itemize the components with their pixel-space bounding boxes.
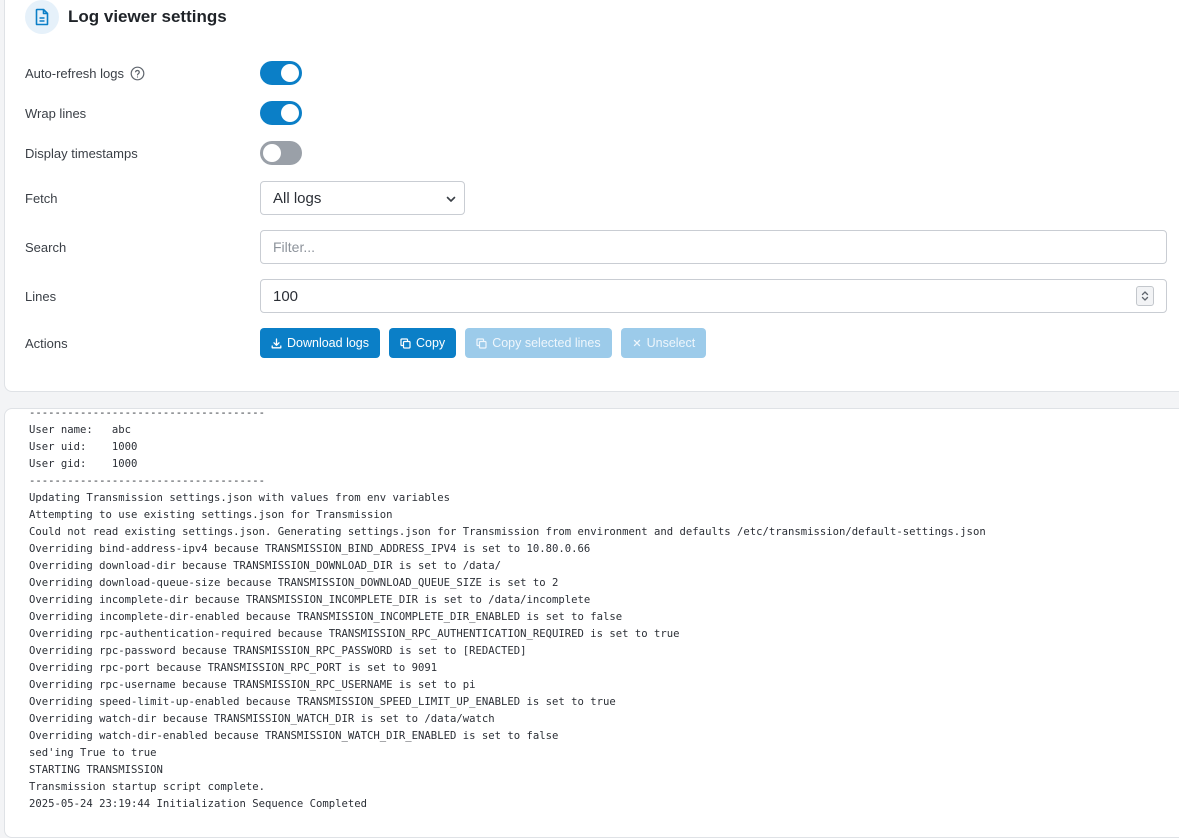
settings-header: Log viewer settings <box>25 0 227 37</box>
log-line[interactable]: User gid: 1000 <box>29 456 986 473</box>
stepper-icon[interactable] <box>1136 286 1154 306</box>
log-line[interactable]: Overriding download-dir because TRANSMIS… <box>29 558 986 575</box>
log-lines: ------------------------------------- Use… <box>29 409 986 813</box>
wrap-lines-row: Wrap lines <box>25 101 1167 125</box>
log-line[interactable]: Overriding rpc-username because TRANSMIS… <box>29 677 986 694</box>
wrap-lines-label: Wrap lines <box>25 105 87 121</box>
log-line[interactable]: Could not read existing settings.json. G… <box>29 524 986 541</box>
display-timestamps-toggle[interactable] <box>260 141 302 165</box>
log-line[interactable]: sed'ing True to true <box>29 745 986 762</box>
log-line[interactable]: ------------------------------------- <box>29 409 986 422</box>
toggle-knob <box>263 144 281 162</box>
search-label: Search <box>25 239 67 255</box>
wrap-lines-toggle[interactable] <box>260 101 302 125</box>
lines-value: 100 <box>273 287 299 305</box>
auto-refresh-toggle[interactable] <box>260 61 302 85</box>
log-line[interactable]: Overriding incomplete-dir because TRANSM… <box>29 592 986 609</box>
lines-label: Lines <box>25 288 57 304</box>
file-icon <box>25 0 59 34</box>
log-line[interactable]: User uid: 1000 <box>29 439 986 456</box>
auto-refresh-row: Auto-refresh logs <box>25 61 1167 85</box>
log-line[interactable]: Overriding watch-dir-enabled because TRA… <box>29 728 986 745</box>
copy-label: Copy <box>416 336 446 350</box>
log-output-panel[interactable]: ------------------------------------- Use… <box>4 408 1179 838</box>
log-line[interactable]: Overriding download-queue-size because T… <box>29 575 986 592</box>
auto-refresh-label: Auto-refresh logs <box>25 66 260 81</box>
page-title: Log viewer settings <box>68 7 227 26</box>
log-line[interactable]: Transmission startup script complete. <box>29 779 986 796</box>
download-logs-label: Download logs <box>287 336 369 350</box>
log-line[interactable]: Overriding rpc-port because TRANSMISSION… <box>29 660 986 677</box>
help-circle-icon[interactable] <box>130 66 145 81</box>
toggle-knob <box>281 104 299 122</box>
log-line[interactable]: Overriding rpc-password because TRANSMIS… <box>29 643 986 660</box>
unselect-button[interactable]: Unselect <box>620 328 707 358</box>
display-timestamps-label: Display timestamps <box>25 145 138 161</box>
copy-button[interactable]: Copy <box>389 328 457 358</box>
actions-row: Actions Download logs Copy Copy selected… <box>25 328 1167 358</box>
log-line[interactable]: Overriding rpc-authentication-required b… <box>29 626 986 643</box>
fetch-row: Fetch All logs <box>25 181 1167 215</box>
log-line[interactable]: Overriding speed-limit-up-enabled becaus… <box>29 694 986 711</box>
download-icon <box>271 337 282 349</box>
search-row: Search <box>25 230 1167 264</box>
copy-selected-lines-button[interactable]: Copy selected lines <box>465 328 612 358</box>
log-line[interactable]: Overriding incomplete-dir-enabled becaus… <box>29 609 986 626</box>
toggle-knob <box>281 64 299 82</box>
fetch-select-value: All logs <box>273 189 322 207</box>
action-buttons: Download logs Copy Copy selected lines U… <box>260 328 715 358</box>
log-line[interactable]: User name: abc <box>29 422 986 439</box>
lines-row: Lines 100 <box>25 279 1167 313</box>
copy-icon <box>476 337 487 349</box>
copy-icon <box>400 337 411 349</box>
log-line[interactable]: Updating Transmission settings.json with… <box>29 490 986 507</box>
search-input[interactable] <box>260 230 1167 264</box>
log-line[interactable]: ------------------------------------- <box>29 473 986 490</box>
log-line[interactable]: Attempting to use existing settings.json… <box>29 507 986 524</box>
display-timestamps-row: Display timestamps <box>25 141 1167 165</box>
fetch-select[interactable]: All logs <box>260 181 465 215</box>
copy-selected-lines-label: Copy selected lines <box>492 336 601 350</box>
close-icon <box>632 338 642 348</box>
actions-label: Actions <box>25 335 68 351</box>
fetch-label: Fetch <box>25 190 58 206</box>
download-logs-button[interactable]: Download logs <box>260 328 380 358</box>
log-line[interactable]: Overriding watch-dir because TRANSMISSIO… <box>29 711 986 728</box>
log-line[interactable]: Overriding bind-address-ipv4 because TRA… <box>29 541 986 558</box>
auto-refresh-label-text: Auto-refresh logs <box>25 65 124 81</box>
log-line[interactable]: STARTING TRANSMISSION <box>29 762 986 779</box>
lines-number-input[interactable]: 100 <box>260 279 1167 313</box>
unselect-label: Unselect <box>646 336 696 350</box>
chevron-down-icon <box>446 190 456 207</box>
log-viewer-settings-card: Log viewer settings Auto-refresh logs Wr… <box>4 0 1179 392</box>
log-line[interactable]: 2025-05-24 23:19:44 Initialization Seque… <box>29 796 986 813</box>
